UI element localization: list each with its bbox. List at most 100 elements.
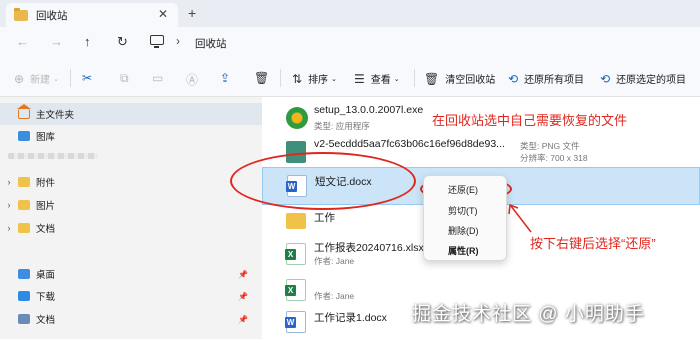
tab-title: 回收站 — [36, 9, 68, 22]
view-icon: ☰ — [354, 71, 365, 86]
sidebar-item-label: 图片 — [36, 201, 56, 212]
command-bar: ⊕ 新建 ⌄ ✂ ⧉ ▭ Ⓐ ⇪ 🗑 ⇅ 排序 ⌄ ☰ 查看 ⌄ 🗑 清空回收站… — [0, 59, 700, 97]
toolbar-divider — [414, 69, 415, 87]
desktop-icon — [18, 269, 30, 279]
sidebar-item-attachments[interactable]: › 附件 — [0, 171, 262, 193]
excel-file-icon: X — [285, 243, 306, 265]
monitor-icon — [150, 35, 164, 48]
pin-icon: 📌 — [238, 314, 248, 324]
folder-icon — [286, 213, 306, 229]
share-button[interactable]: ⇪ — [220, 71, 236, 85]
new-button[interactable]: ⊕ 新建 ⌄ — [14, 71, 59, 87]
file-type: 类型: 应用程序 — [314, 121, 370, 131]
back-button[interactable]: ← — [16, 34, 29, 49]
redacted-item — [8, 153, 98, 159]
sidebar-item-downloads[interactable]: 下载 📌 — [0, 285, 262, 307]
chevron-right-icon: › — [176, 34, 180, 48]
restore-icon: ⟲ — [508, 71, 519, 86]
restore-selected-button[interactable]: ⟲ 还原选定的项目 — [600, 71, 687, 87]
sidebar-item-docs-folder[interactable]: › 文档 — [0, 217, 262, 239]
file-name: 工作报表20240716.xlsx — [314, 242, 424, 254]
folder-icon — [18, 223, 30, 233]
view-button[interactable]: ☰ 查看 ⌄ — [354, 71, 400, 87]
sidebar-item-label: 文档 — [36, 315, 56, 326]
share-icon: ⇪ — [220, 71, 231, 85]
address-bar: ← → ↑ ↻ › 回收站 — [0, 27, 700, 59]
new-label: 新建 — [30, 75, 51, 86]
home-icon — [17, 104, 31, 119]
toolbar-divider — [70, 69, 71, 87]
sidebar-item-label: 主文件夹 — [36, 110, 75, 121]
paste-icon: ▭ — [152, 71, 164, 85]
toolbar-divider — [280, 69, 281, 87]
menu-item-restore[interactable]: 还原(E) — [448, 183, 478, 196]
view-label: 查看 — [370, 75, 391, 86]
chevron-down-icon: ⌄ — [331, 75, 337, 83]
restore-icon: ⟲ — [600, 71, 611, 86]
file-name: setup_13.0.0.2007l.exe — [314, 104, 424, 116]
excel-file-icon: X — [285, 279, 306, 301]
sidebar-item-label: 桌面 — [36, 270, 56, 281]
chevron-right-icon[interactable]: › — [0, 177, 18, 187]
word-file-icon: W — [285, 311, 306, 333]
sidebar-item-gallery[interactable]: 图库 — [0, 125, 262, 147]
sidebar-item-label: 文档 — [36, 224, 56, 235]
sidebar-item-pictures[interactable]: › 图片 — [0, 194, 262, 216]
file-author: 作者: Jane — [314, 291, 355, 301]
arrow-icon — [508, 203, 532, 233]
sidebar-item-home[interactable]: 主文件夹 — [0, 103, 262, 125]
sidebar-item-desktop[interactable]: 桌面 📌 — [0, 263, 262, 285]
chevron-right-icon[interactable]: › — [0, 200, 18, 210]
menu-item-properties[interactable]: 属性(R) — [448, 244, 479, 257]
paste-button[interactable]: ▭ — [152, 71, 169, 85]
sort-button[interactable]: ⇅ 排序 ⌄ — [292, 71, 337, 87]
gallery-icon — [18, 131, 30, 141]
file-author: 作者: Jane — [314, 256, 355, 266]
documents-icon — [18, 314, 30, 324]
forward-button[interactable]: → — [50, 34, 63, 49]
rename-button[interactable]: Ⓐ — [186, 71, 204, 88]
restore-selected-label: 还原选定的项目 — [616, 75, 687, 86]
delete-button[interactable]: 🗑 — [254, 71, 275, 85]
recycle-bin-icon — [14, 7, 28, 21]
menu-item-cut[interactable]: 剪切(T) — [448, 204, 478, 217]
folder-icon — [18, 177, 30, 187]
chevron-down-icon: ⌄ — [53, 75, 59, 83]
trash-icon: 🗑 — [424, 71, 440, 86]
file-name: 工作记录1.docx — [314, 312, 387, 324]
annotation-right-click-restore: 按下右键后选择“还原” — [530, 236, 656, 251]
trash-icon: 🗑 — [254, 71, 270, 85]
chevron-right-icon[interactable]: › — [0, 223, 18, 233]
file-type: 类型: PNG 文件 — [520, 141, 580, 151]
refresh-button[interactable]: ↻ — [117, 34, 128, 50]
plus-icon: ⊕ — [14, 71, 25, 86]
tab-recycle-bin[interactable]: 回收站 ✕ — [6, 3, 178, 27]
scissors-icon: ✂ — [82, 71, 93, 85]
watermark: 掘金技术社区 @ 小明助手 — [412, 304, 645, 325]
close-tab-icon[interactable]: ✕ — [158, 7, 168, 21]
sidebar-item-label: 附件 — [36, 178, 56, 189]
pin-icon: 📌 — [238, 291, 248, 301]
download-icon — [18, 291, 30, 301]
pin-icon: 📌 — [238, 269, 248, 279]
restore-all-button[interactable]: ⟲ 还原所有项目 — [508, 71, 584, 87]
annotation-select-file: 在回收站选中自己需要恢复的文件 — [432, 113, 628, 128]
context-menu: 还原(E) 剪切(T) 删除(D) 属性(R) — [423, 175, 507, 261]
title-bar: 回收站 ✕ + — [0, 0, 700, 27]
sidebar-item-label: 图库 — [36, 132, 56, 143]
navigation-pane: 主文件夹 图库 › 附件 › 图片 › 文档 桌面 📌 下载 📌 文档 📌 — [0, 97, 262, 339]
rename-icon: Ⓐ — [186, 73, 199, 87]
cut-button[interactable]: ✂ — [82, 71, 98, 85]
empty-recycle-bin-button[interactable]: 🗑 清空回收站 — [424, 71, 496, 87]
new-tab-button[interactable]: + — [188, 5, 196, 21]
copy-button[interactable]: ⧉ — [120, 71, 135, 86]
file-name: v2-5ecddd5aa7fc63b06c16ef96d8de93... — [314, 138, 505, 150]
empty-label: 清空回收站 — [445, 75, 496, 86]
sidebar-item-documents[interactable]: 文档 📌 — [0, 308, 262, 330]
menu-item-delete[interactable]: 删除(D) — [448, 224, 479, 237]
installer-icon — [286, 107, 308, 129]
sort-label: 排序 — [308, 75, 329, 86]
up-button[interactable]: ↑ — [84, 34, 91, 49]
breadcrumb[interactable]: 回收站 — [195, 36, 227, 51]
file-resolution: 分辨率: 700 x 318 — [520, 153, 588, 163]
